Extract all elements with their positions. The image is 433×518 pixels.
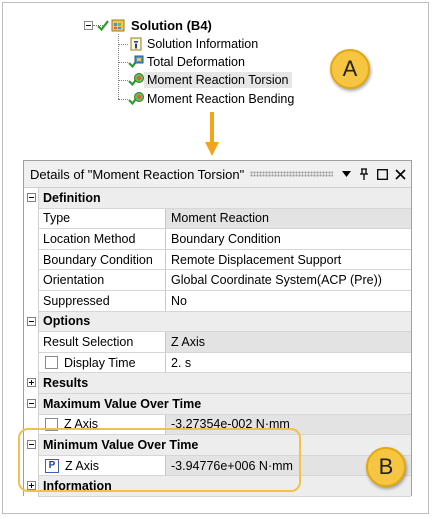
property-value[interactable]: Boundary Condition <box>166 229 411 250</box>
panel-header: Details of "Moment Reaction Torsion" <box>24 161 411 188</box>
tree-connector <box>118 99 128 100</box>
collapse-toggle[interactable] <box>27 193 36 202</box>
property-name: Orientation <box>39 270 166 291</box>
tree-root-solution[interactable]: Solution (B4) <box>96 16 215 34</box>
property-name: Result Selection <box>39 332 166 353</box>
property-row-suppressed[interactable]: Suppressed No <box>24 291 411 312</box>
total-deformation-icon <box>128 55 144 69</box>
tree-connector <box>118 44 128 45</box>
maximize-icon[interactable] <box>375 167 389 181</box>
property-value[interactable]: Z Axis <box>166 332 411 353</box>
collapse-toggle[interactable] <box>27 316 36 326</box>
tree-item-solution-information[interactable]: Solution Information <box>128 35 261 53</box>
highlight-frame <box>18 428 301 492</box>
property-name: Location Method <box>39 229 166 250</box>
parameter-checkbox[interactable] <box>45 356 58 370</box>
dropdown-icon[interactable] <box>339 167 353 181</box>
property-name: Display Time <box>39 352 166 374</box>
tree-item-moment-reaction-torsion[interactable]: Moment Reaction Torsion <box>128 71 292 89</box>
pin-icon[interactable] <box>357 167 371 181</box>
category-label: Maximum Value Over Time <box>39 394 411 415</box>
category-results[interactable]: Results <box>24 373 411 394</box>
property-row-result-selection[interactable]: Result Selection Z Axis <box>24 332 411 353</box>
tree-item-total-deformation[interactable]: Total Deformation <box>128 53 248 71</box>
category-maximum-value-over-time[interactable]: Maximum Value Over Time <box>24 394 411 415</box>
property-row-boundary-condition[interactable]: Boundary Condition Remote Displacement S… <box>24 249 411 271</box>
drag-grip[interactable] <box>250 171 333 177</box>
down-arrow-icon <box>205 112 219 156</box>
tree-item-moment-reaction-bending[interactable]: Moment Reaction Bending <box>128 90 297 108</box>
collapse-toggle[interactable] <box>27 399 36 408</box>
solution-information-icon <box>130 37 142 51</box>
tree-item-label: Solution Information <box>147 37 259 51</box>
expand-toggle[interactable] <box>27 378 36 388</box>
tree-item-label: Moment Reaction Torsion <box>144 72 292 88</box>
property-name-text: Display Time <box>64 355 136 370</box>
category-label: Definition <box>39 188 411 209</box>
property-name: Boundary Condition <box>39 249 166 271</box>
property-name: Type <box>39 208 166 230</box>
property-row-display-time[interactable]: Display Time 2. s <box>24 352 411 374</box>
property-row-orientation[interactable]: Orientation Global Coordinate System(ACP… <box>24 270 411 291</box>
property-value[interactable]: 2. s <box>166 353 411 374</box>
category-label: Options <box>39 311 411 333</box>
property-value[interactable]: No <box>166 291 411 312</box>
category-definition[interactable]: Definition <box>24 188 411 209</box>
callout-a: A <box>330 49 370 89</box>
moment-reaction-icon <box>128 92 144 106</box>
tree-root-label: Solution (B4) <box>131 17 212 33</box>
category-options[interactable]: Options <box>24 311 411 333</box>
tree-connector <box>118 80 128 81</box>
tree-item-label: Total Deformation <box>147 55 245 69</box>
category-label: Results <box>39 373 411 394</box>
callout-b: B <box>366 447 406 487</box>
property-value: Moment Reaction <box>166 208 411 230</box>
check-icon <box>97 20 109 32</box>
solution-icon <box>111 19 125 32</box>
close-icon[interactable] <box>393 167 407 181</box>
moment-reaction-icon <box>128 73 144 87</box>
property-row-location-method[interactable]: Location Method Boundary Condition <box>24 229 411 250</box>
panel-title: Details of "Moment Reaction Torsion" <box>30 166 245 182</box>
property-value[interactable]: Global Coordinate System(ACP (Pre)) <box>166 270 411 291</box>
property-name: Suppressed <box>39 291 166 312</box>
property-value[interactable]: Remote Displacement Support <box>166 250 411 271</box>
collapse-toggle[interactable] <box>84 21 93 30</box>
property-row-type[interactable]: Type Moment Reaction <box>24 208 411 230</box>
tree-connector <box>118 62 128 63</box>
tree-item-label: Moment Reaction Bending <box>147 92 295 106</box>
